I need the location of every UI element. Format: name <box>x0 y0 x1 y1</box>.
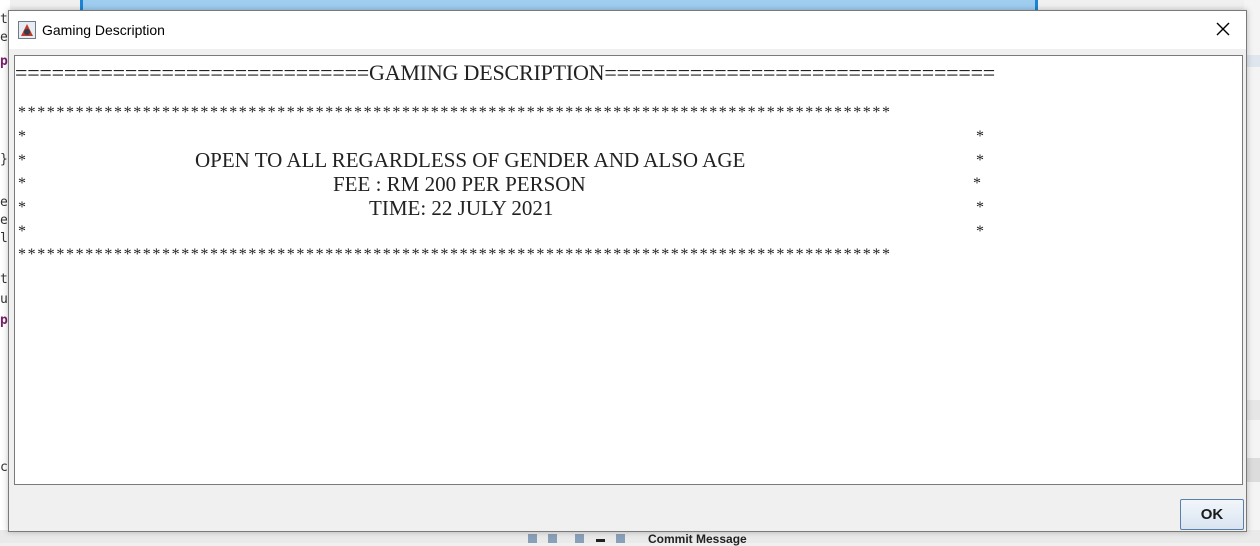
bg-char: t <box>0 272 8 287</box>
message-line-3: TIME: 22 JULY 2021 <box>369 196 554 220</box>
toolbar-icon[interactable] <box>528 534 537 543</box>
title-bar[interactable]: Gaming Description <box>9 11 1246 49</box>
minus-icon[interactable] <box>596 539 605 542</box>
bg-char: e <box>0 30 8 45</box>
toolbar-icon[interactable] <box>616 534 625 543</box>
border-star-left: * <box>18 175 26 192</box>
border-star-right: * <box>973 175 981 192</box>
toolbar-icon[interactable] <box>575 534 584 543</box>
close-icon <box>1216 22 1230 36</box>
ok-button[interactable]: OK <box>1180 499 1244 530</box>
toolbar-icon[interactable] <box>548 534 557 543</box>
border-star-right: * <box>976 128 984 145</box>
message-line-1: OPEN TO ALL REGARDLESS OF GENDER AND ALS… <box>195 148 746 172</box>
bg-char: p <box>0 313 8 328</box>
commit-message-label: Commit Message <box>648 532 747 546</box>
border-star-right: * <box>976 223 984 240</box>
bg-char: t <box>0 12 8 27</box>
star-border-bottom: ****************************************… <box>18 246 892 263</box>
bg-char: p <box>0 54 8 69</box>
window-title: Gaming Description <box>42 22 165 38</box>
bg-char: u <box>0 292 8 307</box>
bg-char: c <box>0 460 8 475</box>
gaming-description-dialog: Gaming Description =====================… <box>8 10 1247 532</box>
description-text-area[interactable]: =============================GAMING DESC… <box>14 55 1243 485</box>
bg-char: l <box>0 231 8 246</box>
java-app-icon <box>18 21 36 39</box>
bg-char: e <box>0 213 8 228</box>
star-border-top: ****************************************… <box>18 104 892 121</box>
header-line: =============================GAMING DESC… <box>15 60 995 85</box>
bg-char: } <box>0 152 8 167</box>
border-star-left: * <box>18 128 26 145</box>
border-star-right: * <box>976 152 984 169</box>
border-star-left: * <box>18 152 26 169</box>
message-line-2: FEE : RM 200 PER PERSON <box>333 172 586 196</box>
border-star-left: * <box>18 199 26 216</box>
border-star-right: * <box>976 199 984 216</box>
border-star-left: * <box>18 223 26 240</box>
close-button[interactable] <box>1206 13 1240 45</box>
bg-char: e <box>0 195 8 210</box>
